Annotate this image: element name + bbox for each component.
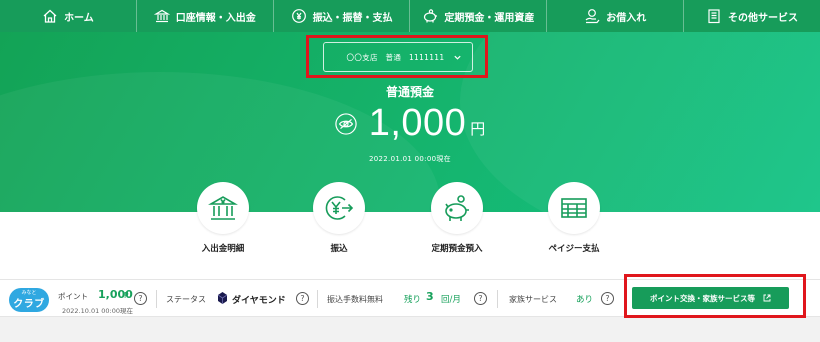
status-help-icon[interactable]: ?	[296, 292, 309, 305]
currency-unit: 円	[470, 120, 486, 138]
nav-item-transfer[interactable]: 振込・振替・支払	[274, 0, 411, 32]
action-label: ペイジー支払	[548, 244, 600, 254]
club-logo-main: クラブ	[13, 299, 45, 310]
piggy-bank-icon	[424, 9, 438, 23]
family-service-label: 家族サービス	[509, 295, 557, 304]
balance-timestamp: 2022.01.01 00:00現在	[369, 155, 451, 163]
nav-item-loans[interactable]: お借入れ	[547, 0, 685, 32]
nav-label: お借入れ	[606, 12, 647, 24]
points-label: ポイント	[58, 292, 88, 301]
nav-label: その他サービス	[728, 12, 799, 24]
fee-remaining-value: 3	[426, 290, 434, 303]
points-date: 2022.10.01 00:00現在	[62, 307, 134, 315]
divider	[156, 290, 157, 308]
points-unit: P	[124, 291, 129, 300]
nav-label: 振込・振替・支払	[312, 12, 393, 24]
divider	[317, 290, 318, 308]
nav-label: 定期預金・運用資産	[444, 12, 535, 24]
action-circle	[313, 182, 365, 234]
fee-help-icon[interactable]: ?	[474, 292, 487, 305]
top-navigation: ホーム 口座情報・入出金 振込・振替・支払 定期預金・運用資産 お借入れ その他…	[0, 0, 820, 32]
bank-icon	[153, 9, 170, 23]
diamond-icon	[217, 292, 228, 304]
nav-item-home[interactable]: ホーム	[0, 0, 137, 32]
status-value: ダイヤモンド	[232, 296, 286, 306]
yen-arrow-icon	[325, 196, 354, 220]
page-lower-background	[0, 317, 820, 342]
loan-icon	[585, 9, 600, 24]
fee-unit: 回/月	[441, 295, 461, 305]
balance-amount: 1,000	[368, 102, 467, 144]
piggy-bank-icon	[445, 195, 469, 221]
nav-item-other-services[interactable]: その他サービス	[684, 0, 820, 32]
balance-row: 1,000 円	[0, 102, 820, 145]
family-help-icon[interactable]: ?	[601, 292, 614, 305]
eye-hide-icon[interactable]	[335, 112, 357, 135]
club-logo: みなと クラブ	[9, 288, 49, 312]
nav-item-account-info[interactable]: 口座情報・入出金	[137, 0, 274, 32]
action-label: 入出金明細	[201, 244, 245, 254]
transfer-icon	[291, 9, 306, 23]
action-label: 定期預金預入	[431, 244, 483, 254]
action-circle	[197, 182, 249, 234]
status-label: ステータス	[166, 295, 206, 304]
family-service-value: あり	[576, 295, 594, 305]
highlight-box-account	[306, 35, 488, 78]
action-time-deposit[interactable]: 定期預金預入	[412, 182, 502, 254]
points-help-icon[interactable]: ?	[134, 292, 147, 305]
nav-item-deposits[interactable]: 定期預金・運用資産	[410, 0, 548, 32]
highlight-box-exchange	[624, 274, 806, 318]
action-payeasy[interactable]: ペイジー支払	[529, 182, 619, 254]
home-icon	[43, 9, 57, 23]
bank-yen-icon	[208, 196, 238, 220]
document-icon	[708, 9, 720, 24]
action-transaction-history[interactable]: 入出金明細	[178, 182, 268, 254]
account-type: 普通預金	[385, 85, 434, 99]
nav-label: 口座情報・入出金	[175, 12, 256, 24]
fee-label: 振込手数料無料	[327, 295, 383, 304]
action-circle	[548, 182, 600, 234]
nav-label: ホーム	[64, 12, 94, 24]
payment-slip-icon	[561, 198, 587, 218]
action-transfer[interactable]: 振込	[294, 182, 384, 254]
action-circle	[431, 182, 483, 234]
quick-actions: 入出金明細 振込 定期預金預入 ペイジー支払	[0, 182, 820, 272]
action-label: 振込	[330, 244, 348, 254]
divider	[497, 290, 498, 308]
fee-remaining-label: 残り	[404, 295, 422, 305]
